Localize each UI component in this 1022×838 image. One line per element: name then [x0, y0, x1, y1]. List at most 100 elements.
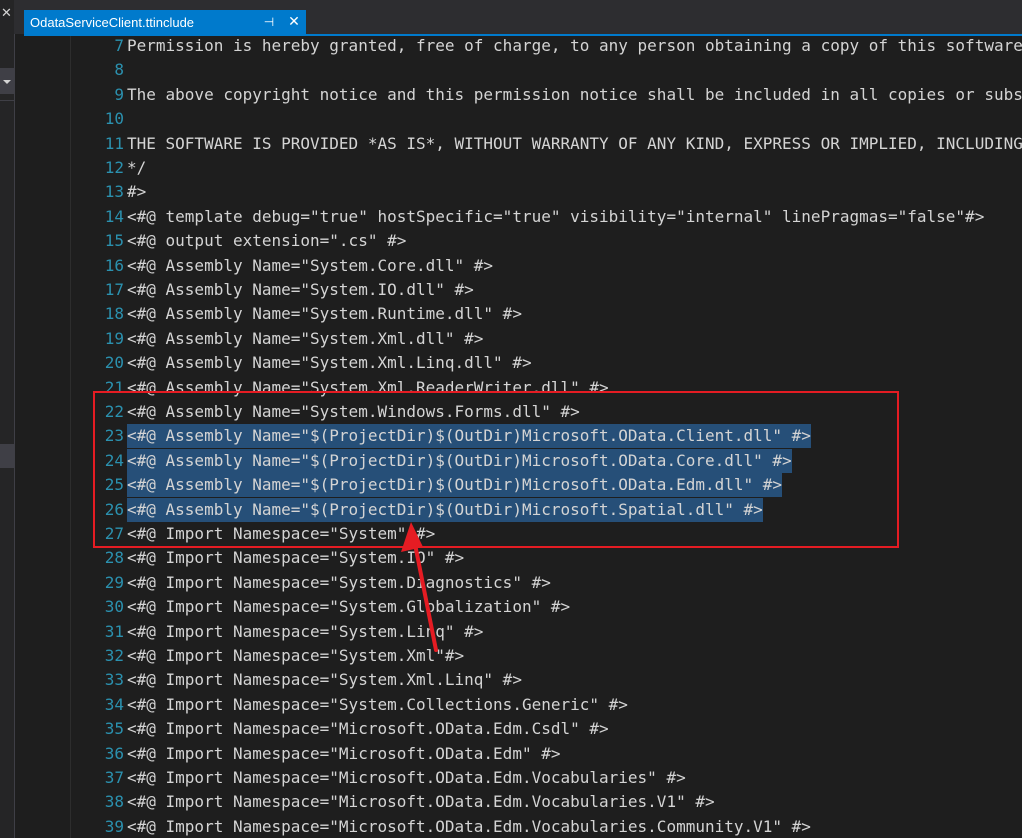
solution-panel-strip: ✕ — [0, 0, 15, 838]
line-number: 18 — [104, 304, 124, 324]
code-text: <#@ Import Namespace="System.Globalizati… — [127, 597, 571, 617]
line-number: 16 — [104, 255, 124, 275]
code-text: <#@ Import Namespace="System.IO" #> — [127, 548, 465, 568]
panel-divider — [0, 100, 14, 101]
code-text: <#@ Import Namespace="Microsoft.OData.Ed… — [127, 816, 811, 836]
line-number: 26 — [104, 499, 124, 519]
code-line[interactable]: 21 <#@ Assembly Name="System.Xml.ReaderWr… — [24, 376, 1022, 400]
code-line[interactable]: 36 <#@ Import Namespace="Microsoft.OData.… — [24, 742, 1022, 766]
line-number: 36 — [104, 743, 124, 763]
code-text: <#@ Import Namespace="System.Xml.Linq" #… — [127, 670, 522, 690]
code-line[interactable]: 28 <#@ Import Namespace="System.IO" #> — [24, 546, 1022, 570]
code-text: <#@ Import Namespace="System.Diagnostics… — [127, 572, 551, 592]
line-number: 20 — [104, 353, 124, 373]
line-number: 25 — [104, 475, 124, 495]
code-text: <#@ Import Namespace="System" #> — [127, 524, 436, 543]
code-line[interactable]: 27 <#@ Import Namespace="System" #> — [24, 522, 1022, 546]
line-number: 37 — [104, 768, 124, 787]
tab-title: OdataServiceClient.ttinclude — [30, 14, 195, 30]
code-text-selected: <#@ Assembly Name="$(ProjectDir)$(OutDir… — [127, 473, 783, 498]
line-number: 33 — [104, 670, 124, 690]
code-line[interactable]: 12 */ — [24, 156, 1022, 180]
line-number: 23 — [104, 426, 124, 446]
code-line[interactable]: 34 <#@ Import Namespace="System.Collectio… — [24, 693, 1022, 717]
code-line[interactable]: 11 THE SOFTWARE IS PROVIDED *AS IS*, WITH… — [24, 132, 1022, 156]
line-number: 39 — [104, 816, 124, 836]
line-number: 10 — [104, 109, 124, 129]
code-text-selected: <#@ Assembly Name="$(ProjectDir)$(OutDir… — [127, 497, 763, 522]
chevron-down-icon — [3, 80, 11, 84]
code-line[interactable]: 9 The above copyright notice and this per… — [24, 83, 1022, 107]
line-number: 24 — [104, 450, 124, 470]
code-text-selected: <#@ Assembly Name="$(ProjectDir)$(OutDir… — [127, 424, 811, 449]
line-number: 31 — [104, 621, 124, 641]
code-line[interactable]: 22 <#@ Assembly Name="System.Windows.Form… — [24, 400, 1022, 424]
code-text: Permission is hereby granted, free of ch… — [127, 36, 1022, 55]
code-line[interactable]: 29 <#@ Import Namespace="System.Diagnosti… — [24, 571, 1022, 595]
code-line[interactable]: 33 <#@ Import Namespace="System.Xml.Linq"… — [24, 668, 1022, 692]
line-number: 12 — [104, 158, 124, 177]
code-line[interactable]: 25 <#@ Assembly Name="$(ProjectDir)$(OutD… — [24, 473, 1022, 498]
code-text-selected: <#@ Assembly Name="$(ProjectDir)$(OutDir… — [127, 448, 792, 473]
code-line[interactable]: 37 <#@ Import Namespace="Microsoft.OData.… — [24, 766, 1022, 790]
line-number: 17 — [104, 280, 124, 299]
code-line[interactable]: 35 <#@ Import Namespace="Microsoft.OData.… — [24, 717, 1022, 741]
code-text: <#@ Assembly Name="System.IO.dll" #> — [127, 280, 474, 299]
code-line[interactable]: 32 <#@ Import Namespace="System.Xml"#> — [24, 644, 1022, 668]
code-line[interactable]: 20 <#@ Assembly Name="System.Xml.Linq.dll… — [24, 351, 1022, 375]
code-line[interactable]: 13 #> — [24, 180, 1022, 204]
line-number: 15 — [104, 231, 124, 251]
line-number: 22 — [104, 402, 124, 421]
code-text: <#@ Import Namespace="Microsoft.OData.Ed… — [127, 792, 715, 812]
line-number: 32 — [104, 646, 124, 665]
line-number: 14 — [104, 206, 124, 226]
code-text: <#@ Assembly Name="System.Xml.Linq.dll" … — [127, 353, 532, 373]
code-line[interactable]: 26 <#@ Assembly Name="$(ProjectDir)$(OutD… — [24, 497, 1022, 522]
code-text: <#@ output extension=".cs" #> — [127, 231, 407, 251]
code-editor[interactable]: 7 Permission is hereby granted, free of c… — [24, 36, 1022, 838]
code-line[interactable]: 15 <#@ output extension=".cs" #> — [24, 229, 1022, 253]
code-line[interactable]: 31 <#@ Import Namespace="System.Linq" #> — [24, 620, 1022, 644]
line-number: 19 — [104, 328, 124, 348]
panel-close-icon[interactable]: ✕ — [1, 6, 12, 21]
code-text: <#@ Assembly Name="System.Xml.dll" #> — [127, 328, 484, 348]
code-line[interactable]: 23 <#@ Assembly Name="$(ProjectDir)$(OutD… — [24, 424, 1022, 449]
code-line[interactable]: 14 <#@ template debug="true" hostSpecific… — [24, 205, 1022, 229]
code-line[interactable]: 17 <#@ Assembly Name="System.IO.dll" #> — [24, 278, 1022, 302]
line-number: 34 — [104, 694, 124, 714]
code-text: THE SOFTWARE IS PROVIDED *AS IS*, WITHOU… — [127, 133, 1022, 153]
line-number: 35 — [104, 719, 124, 739]
code-line[interactable]: 19 <#@ Assembly Name="System.Xml.dll" #> — [24, 327, 1022, 351]
code-text: <#@ Assembly Name="System.Windows.Forms.… — [127, 402, 580, 421]
code-text: <#@ Assembly Name="System.Runtime.dll" #… — [127, 304, 522, 324]
code-text: <#@ Import Namespace="Microsoft.OData.Ed… — [127, 719, 609, 739]
line-number: 11 — [104, 133, 124, 153]
code-text: #> — [127, 182, 147, 202]
line-number: 27 — [104, 524, 124, 543]
line-number: 8 — [114, 60, 124, 80]
panel-selected-item[interactable] — [0, 444, 14, 468]
line-number: 28 — [104, 548, 124, 568]
line-number: 13 — [104, 182, 124, 202]
code-text: <#@ Import Namespace="Microsoft.OData.Ed… — [127, 743, 561, 763]
tab-odataserviceclient[interactable]: OdataServiceClient.ttinclude ⊣ ✕ — [24, 10, 306, 34]
code-line[interactable]: 30 <#@ Import Namespace="System.Globaliza… — [24, 595, 1022, 619]
code-line[interactable]: 24 <#@ Assembly Name="$(ProjectDir)$(OutD… — [24, 448, 1022, 473]
code-line[interactable]: 18 <#@ Assembly Name="System.Runtime.dll"… — [24, 302, 1022, 326]
pin-icon[interactable]: ⊣ — [262, 14, 276, 30]
line-number: 21 — [104, 377, 124, 397]
code-text: <#@ Import Namespace="Microsoft.OData.Ed… — [127, 768, 686, 787]
close-icon[interactable]: ✕ — [286, 13, 302, 29]
code-text: The above copyright notice and this perm… — [127, 84, 1022, 104]
line-number: 30 — [104, 597, 124, 617]
line-number: 7 — [114, 36, 124, 55]
code-text: <#@ Import Namespace="System.Linq" #> — [127, 621, 484, 641]
code-text: <#@ template debug="true" hostSpecific="… — [127, 206, 985, 226]
code-line[interactable]: 10 — [24, 107, 1022, 131]
line-number: 9 — [114, 84, 124, 104]
code-line[interactable]: 39 <#@ Import Namespace="Microsoft.OData.… — [24, 815, 1022, 838]
code-line[interactable]: 8 — [24, 58, 1022, 82]
code-line[interactable]: 38 <#@ Import Namespace="Microsoft.OData.… — [24, 790, 1022, 814]
code-line[interactable]: 16 <#@ Assembly Name="System.Core.dll" #> — [24, 254, 1022, 278]
code-line[interactable]: 7 Permission is hereby granted, free of c… — [24, 36, 1022, 58]
